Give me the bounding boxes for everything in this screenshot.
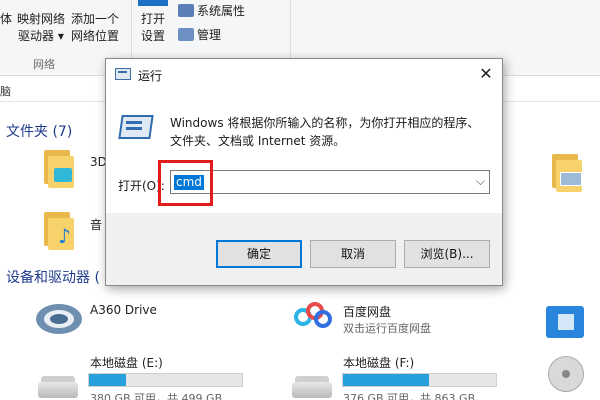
close-icon[interactable]: ✕ (476, 64, 496, 84)
system-properties-button[interactable]: 系统属性 (197, 4, 245, 18)
drive-f-usage-text: 376 GB 可用，共 863 GB (343, 392, 476, 400)
dialog-title: 运行 (138, 69, 163, 83)
baidu-netdisk-icon[interactable] (290, 300, 336, 340)
open-settings-button-line2[interactable]: 设置 (141, 29, 165, 43)
dialog-description: Windows 将根据你所输入的名称，为你打开相应的程序、文件夹、文档或 Int… (170, 116, 480, 148)
folder-music-label[interactable]: 音 (90, 216, 102, 233)
baidu-netdisk-label[interactable]: 百度网盘 (343, 303, 391, 320)
map-drive-button-line1[interactable]: 映射网络 (17, 12, 65, 26)
run-app-icon (118, 115, 154, 141)
hard-drive-icon[interactable] (38, 376, 78, 398)
drive-e-usage-text: 380 GB 可用，共 499 GB (90, 392, 223, 400)
run-icon (115, 68, 131, 80)
videos-folder-icon[interactable] (546, 300, 586, 338)
baidu-netdisk-subtitle: 双击运行百度网盘 (343, 322, 431, 335)
optical-drive-icon[interactable] (548, 356, 584, 392)
ok-button[interactable]: 确定 (216, 240, 302, 268)
hard-drive-icon[interactable] (292, 376, 332, 398)
folder-music-icon[interactable]: ♪ (44, 212, 78, 250)
chevron-down-icon[interactable]: ⌵ (476, 174, 485, 189)
highlight-box (158, 160, 213, 206)
manage-button[interactable]: 管理 (197, 28, 221, 42)
folder-3d-objects-icon[interactable] (44, 150, 78, 188)
cancel-button[interactable]: 取消 (310, 240, 396, 268)
manage-icon (178, 28, 194, 41)
settings-icon[interactable] (138, 0, 168, 6)
map-drive-button-line2[interactable]: 驱动器 ▾ (18, 29, 64, 43)
ribbon-pin-label: 体 (0, 12, 13, 26)
system-properties-icon (178, 4, 194, 17)
drive-f-label[interactable]: 本地磁盘 (F:) (343, 354, 414, 371)
open-settings-button-line1[interactable]: 打开 (141, 12, 165, 26)
add-network-location-button-line2[interactable]: 网络位置 (71, 29, 119, 43)
a360-drive-label[interactable]: A360 Drive (90, 303, 157, 317)
folders-section-header[interactable]: 文件夹 (7) (6, 121, 72, 141)
add-network-location-button-line1[interactable]: 添加一个 (71, 12, 119, 26)
ribbon-group-network: 网络 (33, 58, 55, 71)
drive-e-usage-bar (88, 373, 243, 387)
a360-drive-icon[interactable] (36, 298, 84, 340)
dialog-titlebar[interactable]: 运行 ✕ (106, 59, 502, 89)
devices-section-header[interactable]: 设备和驱动器 ( (6, 267, 100, 287)
browse-button[interactable]: 浏览(B)... (404, 240, 490, 268)
drive-f-usage-bar (342, 373, 497, 387)
command-input[interactable]: cmd ⌵ (170, 170, 490, 194)
address-text: 脑 (0, 85, 11, 98)
folder-pictures-icon[interactable] (552, 154, 586, 192)
drive-e-label[interactable]: 本地磁盘 (E:) (90, 354, 163, 371)
